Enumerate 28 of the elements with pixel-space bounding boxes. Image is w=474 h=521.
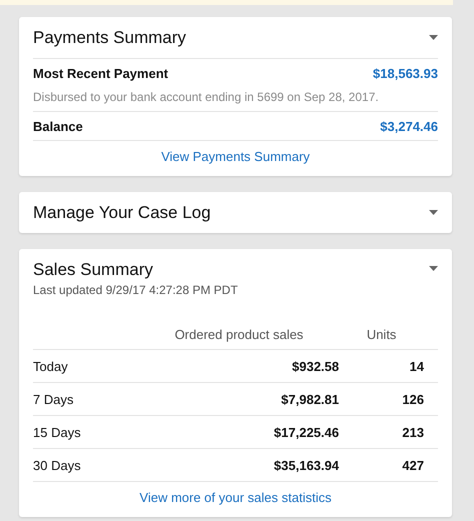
payment-amount: $18,563.93 (372, 66, 438, 80)
balance-amount: $3,274.46 (380, 118, 438, 134)
column-header: Ordered product sales (174, 326, 304, 342)
period-cell-text: Today (33, 358, 69, 374)
caret-icon[interactable] (429, 35, 438, 40)
balance-label: Balance (33, 118, 83, 134)
sales-cell-text: $932.58 (291, 358, 339, 374)
units-cell-text: 14 (408, 358, 425, 374)
period-cell-text: 30 Days (33, 458, 82, 472)
sales-cell-text: $7,982.81 (280, 392, 339, 406)
card-title: Payments Summary (33, 28, 186, 48)
card-title: Manage Your Case Log (33, 202, 211, 222)
view-sales-link[interactable]: View more of your sales statistics (140, 490, 332, 505)
units-cell-text: 126 (401, 392, 425, 406)
last-updated-text: Last updated 9/29/17 4:27:28 PM PDT (33, 283, 238, 297)
period-cell-text: 15 Days (33, 424, 82, 440)
view-payments-link[interactable]: View Payments Summary (161, 149, 310, 164)
column-header: Units (366, 326, 398, 342)
period-cell-text: 7 Days (33, 392, 74, 406)
caret-icon[interactable] (429, 210, 438, 215)
sales-cell-text: $35,163.94 (272, 458, 339, 472)
payment-note: Disbursed to your bank account ending in 5699 on Sep 28, 2017. (33, 89, 380, 106)
units-cell-text: 213 (401, 424, 425, 440)
caret-icon[interactable] (429, 266, 438, 271)
sales-cell-text: $17,225.46 (272, 424, 339, 440)
card-title: Sales Summary (33, 260, 154, 280)
units-cell-text: 427 (401, 458, 425, 472)
payment-label: Most Recent Payment (33, 66, 168, 80)
